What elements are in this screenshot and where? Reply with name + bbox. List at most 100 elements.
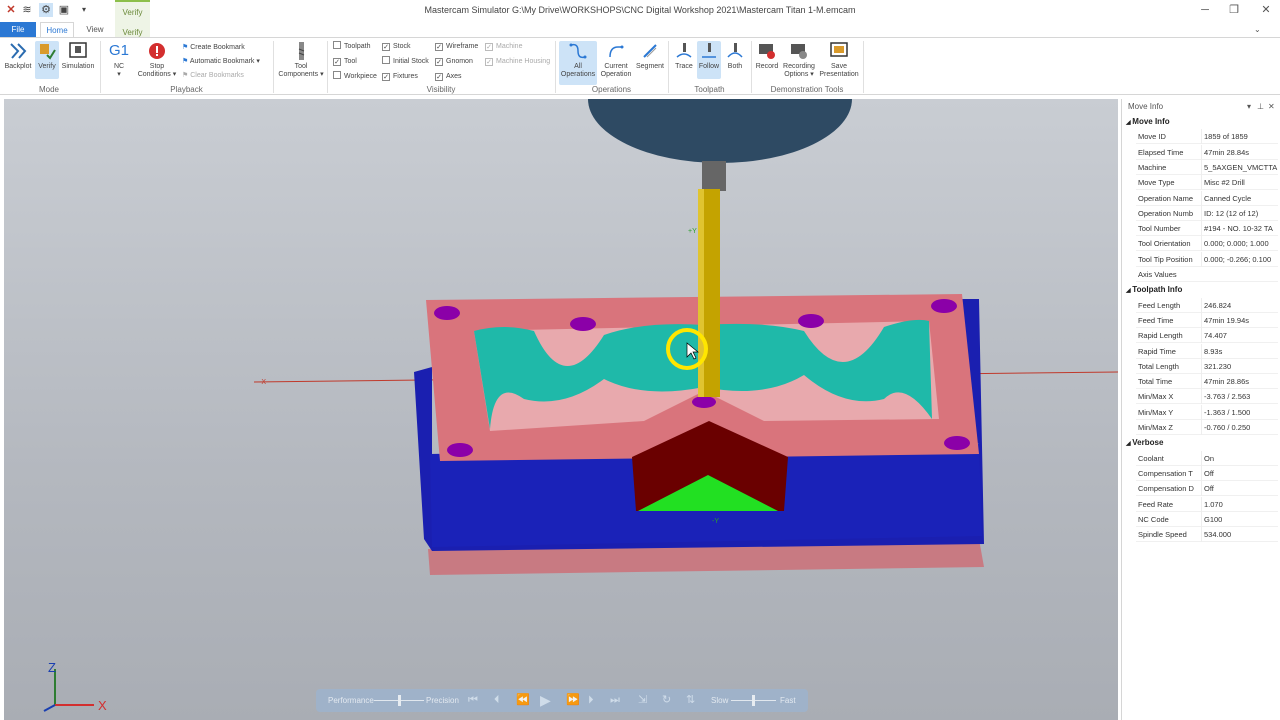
property-value: G100 <box>1201 511 1278 527</box>
trace-button[interactable]: Trace <box>671 41 697 71</box>
property-row[interactable]: Feed Rate 1.070 <box>1136 496 1278 512</box>
verify-icon <box>40 44 56 60</box>
backplot-button[interactable]: Backplot <box>3 41 33 71</box>
gnomon-checkbox[interactable]: ✓ Gnomon <box>435 56 473 68</box>
property-value: 0.000; -0.266; 0.100 <box>1201 251 1278 267</box>
recording-options-button[interactable]: Recording Options ▾ <box>781 41 817 79</box>
property-name: Feed Time <box>1138 315 1174 325</box>
current-operation-button[interactable]: Current Operation <box>599 41 633 79</box>
automatic-bookmark-button[interactable]: ⚑ Automatic Bookmark ▾ <box>182 56 260 68</box>
backplot-icon <box>10 43 27 59</box>
tool-components-icon <box>298 42 305 60</box>
property-row[interactable]: Move ID 1859 of 1859 <box>1136 129 1278 145</box>
go-to-start-icon[interactable]: ⏮ <box>468 693 478 707</box>
precision-label: Precision <box>426 696 459 705</box>
property-row[interactable]: Operation Name Canned Cycle <box>1136 190 1278 206</box>
both-button[interactable]: Both <box>723 41 747 71</box>
workpiece-checkbox[interactable]: Workpiece <box>333 71 377 83</box>
loop-icon[interactable]: ↻ <box>662 693 671 707</box>
property-row[interactable]: Spindle Speed 534.000 <box>1136 527 1278 543</box>
property-name: Rapid Time <box>1138 346 1176 356</box>
property-row[interactable]: Total Time 47min 28.86s <box>1136 374 1278 390</box>
tab-view[interactable]: View <box>80 22 110 38</box>
all-operations-button[interactable]: All Operations <box>559 41 597 85</box>
clear-bookmarks-button[interactable]: ⚑ Clear Bookmarks <box>182 70 244 82</box>
step-forward-icon[interactable]: ⏵ <box>588 693 594 707</box>
property-row[interactable]: Min/Max Z -0.760 / 0.250 <box>1136 420 1278 435</box>
property-name: Machine <box>1138 162 1167 172</box>
nc-button[interactable]: G1 NC ▾ <box>106 41 132 79</box>
wireframe-checkbox[interactable]: ✓ Wireframe <box>435 41 478 53</box>
pin-icon[interactable]: ⊥ <box>1257 99 1264 115</box>
simulation-button[interactable]: Simulation <box>61 41 95 71</box>
fixtures-checkbox[interactable]: ✓ Fixtures <box>382 71 418 83</box>
property-row[interactable]: Tool Orientation 0.000; 0.000; 1.000 <box>1136 236 1278 252</box>
panel-close-icon[interactable]: ✕ <box>1268 99 1275 115</box>
ribbon-collapse-icon[interactable]: ⌄ <box>1254 25 1261 34</box>
create-bookmark-button[interactable]: ⚑ Create Bookmark <box>182 42 245 54</box>
machine-checkbox[interactable]: ✓ Machine <box>485 41 522 53</box>
stop-conditions-icon[interactable]: ⇲ <box>638 693 647 707</box>
property-row[interactable]: Axis Values <box>1136 267 1278 282</box>
property-row[interactable]: Rapid Time 8.93s <box>1136 343 1278 359</box>
display-control-icon[interactable]: ⇅ <box>686 693 695 707</box>
property-row[interactable]: Min/Max Y -1.363 / 1.500 <box>1136 404 1278 420</box>
bookmark-icon: ⚑ <box>182 44 189 51</box>
property-value: Canned Cycle <box>1201 190 1278 206</box>
section-verbose[interactable]: ◢ Verbose <box>1126 435 1278 450</box>
tool-components-button[interactable]: Tool Components ▾ <box>278 41 324 79</box>
property-row[interactable]: Coolant On <box>1136 450 1278 466</box>
tab-home[interactable]: Home <box>40 22 74 38</box>
current-operation-icon <box>609 45 624 58</box>
toolpath-checkbox[interactable]: Toolpath <box>333 41 370 53</box>
property-value: 534.000 <box>1201 527 1278 543</box>
follow-button[interactable]: Follow <box>697 41 721 79</box>
stop-conditions-button[interactable]: Stop Conditions ▾ <box>136 41 178 79</box>
part-scene[interactable]: +Y -Y -X Z X <box>4 99 1118 720</box>
property-row[interactable]: NC Code G100 <box>1136 511 1278 527</box>
play-icon[interactable]: ▶ <box>540 693 551 707</box>
property-row[interactable]: Operation Numb ID: 12 (12 of 12) <box>1136 205 1278 221</box>
stock-checkbox[interactable]: ✓ Stock <box>382 41 411 53</box>
property-row[interactable]: Rapid Length 74.407 <box>1136 328 1278 344</box>
property-row[interactable]: Feed Time 47min 19.94s <box>1136 312 1278 328</box>
property-row[interactable]: Machine 5_5AXGEN_VMCTTA <box>1136 159 1278 175</box>
minimize-button[interactable]: ─ <box>1195 3 1215 17</box>
property-row[interactable]: Elapsed Time 47min 28.84s <box>1136 144 1278 160</box>
property-row[interactable]: Compensation T Off <box>1136 465 1278 481</box>
property-row[interactable]: Move Type Misc #2 Drill <box>1136 175 1278 191</box>
property-row[interactable]: Tool Tip Position 0.000; -0.266; 0.100 <box>1136 251 1278 267</box>
property-row[interactable]: Min/Max X -3.763 / 2.563 <box>1136 389 1278 405</box>
quality-slider-knob[interactable] <box>398 695 401 706</box>
property-value: Off <box>1201 465 1278 481</box>
speed-slider-knob[interactable] <box>752 695 755 706</box>
go-to-end-icon[interactable]: ⏭ <box>610 693 620 707</box>
simulation-viewport[interactable]: +Y -Y -X Z X <box>4 99 1118 720</box>
section-toolpath-info[interactable]: ◢ Toolpath Info <box>1126 282 1278 297</box>
tool-checkbox[interactable]: ✓ Tool <box>333 56 357 68</box>
visibility-group-label: Visibility <box>426 85 456 94</box>
close-button[interactable]: ✕ <box>1256 3 1276 17</box>
property-row[interactable]: Total Length 321.230 <box>1136 358 1278 374</box>
section-move-info[interactable]: ◢ Move Info <box>1126 114 1278 129</box>
restore-button[interactable]: ❐ <box>1224 3 1244 17</box>
property-name: Coolant <box>1138 453 1164 463</box>
initial-stock-checkbox[interactable]: Initial Stock <box>382 56 429 68</box>
title-bar: ✕ ≋ ⚙ ▣ ▾ Mastercam Simulator G:\My Driv… <box>0 0 1280 22</box>
axes-checkbox[interactable]: ✓ Axes <box>435 71 462 83</box>
rewind-icon[interactable]: ⏪ <box>516 693 530 707</box>
step-back-icon[interactable]: ⏴ <box>494 693 500 707</box>
checkmark-icon: ✓ <box>435 43 443 51</box>
property-row[interactable]: Feed Length 246.824 <box>1136 297 1278 313</box>
property-value: ID: 12 (12 of 12) <box>1201 205 1278 221</box>
segment-button[interactable]: Segment <box>634 41 666 71</box>
save-presentation-button[interactable]: Save Presentation <box>818 41 860 79</box>
property-row[interactable]: Compensation D Off <box>1136 481 1278 497</box>
machine-housing-checkbox[interactable]: ✓ Machine Housing <box>485 56 550 68</box>
verify-button[interactable]: Verify <box>35 41 59 79</box>
property-row[interactable]: Tool Number #194 - NO. 10-32 TA <box>1136 221 1278 237</box>
fast-forward-icon[interactable]: ⏩ <box>566 693 580 707</box>
record-button[interactable]: Record <box>754 41 780 71</box>
panel-dropdown-icon[interactable]: ▾ <box>1247 99 1251 115</box>
tab-file[interactable]: File <box>0 22 36 38</box>
